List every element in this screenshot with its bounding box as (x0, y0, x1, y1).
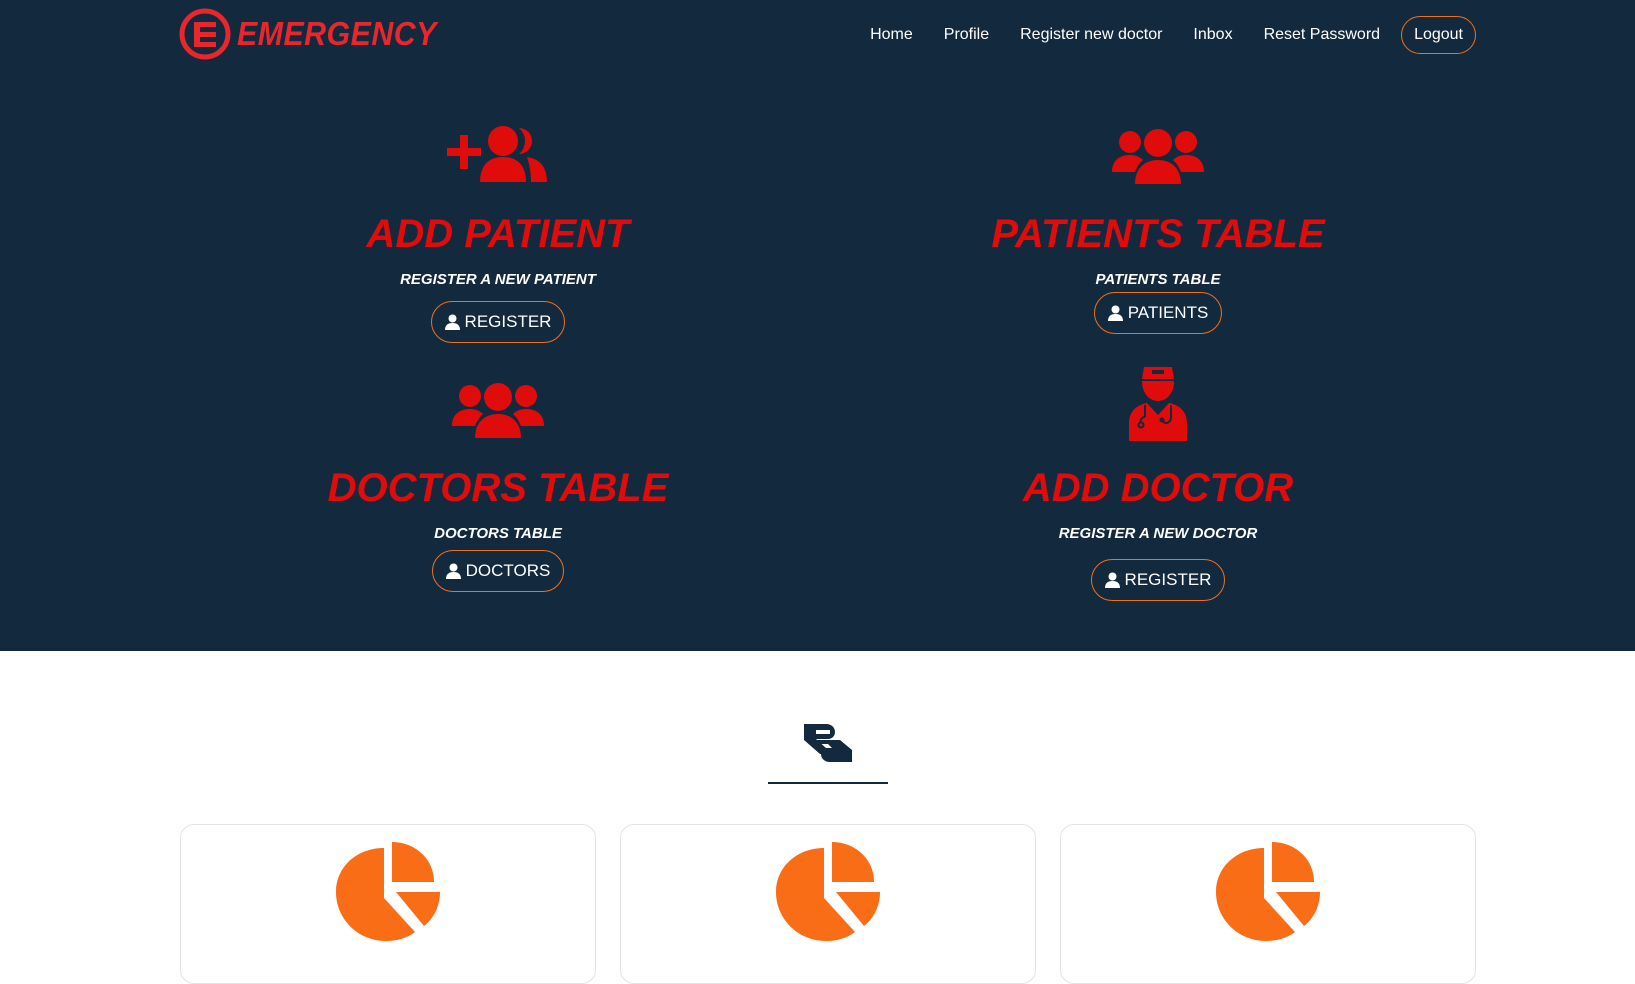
doctor-icon (1129, 367, 1187, 441)
feature-subtitle: DOCTORS TABLE (434, 525, 562, 542)
patients-button[interactable]: PATIENTS (1093, 292, 1223, 334)
feature-add-doctor: ADD DOCTOR REGISTER A NEW DOCTOR REGISTE… (838, 367, 1478, 601)
feature-subtitle: PATIENTS TABLE (1095, 271, 1221, 288)
feature-doctors-table: DOCTORS TABLE DOCTORS TABLE DOCTORS (178, 372, 818, 592)
stat-card (620, 824, 1036, 984)
user-icon (1104, 572, 1120, 588)
pie-chart-icon (1216, 842, 1320, 941)
section-divider (768, 782, 888, 784)
feature-title: ADD PATIENT (366, 212, 630, 256)
feature-subtitle: REGISTER A NEW DOCTOR (1058, 525, 1258, 542)
nav-home[interactable]: Home (870, 26, 913, 44)
feature-subtitle: REGISTER A NEW PATIENT (400, 271, 596, 288)
feature-add-patient: ADD PATIENT REGISTER A NEW PATIENT REGIS… (178, 118, 818, 343)
hero-section: EMERGENCY Home Profile Register new doct… (0, 0, 1635, 651)
nav-inbox[interactable]: Inbox (1193, 26, 1232, 44)
logout-button[interactable]: Logout (1401, 16, 1476, 54)
brand-name: EMERGENCY (237, 15, 437, 52)
feature-patients-table: PATIENTS TABLE PATIENTS TABLE PATIENTS (838, 118, 1478, 334)
user-plus-icon (447, 126, 547, 182)
feature-title: ADD DOCTOR (1022, 466, 1294, 510)
users-icon (1112, 129, 1204, 184)
user-icon (444, 314, 460, 330)
register-doctor-button[interactable]: REGISTER (1090, 559, 1226, 601)
nav-register-new-doctor[interactable]: Register new doctor (1020, 26, 1162, 44)
hand-holding-icon (804, 724, 852, 762)
doctors-button[interactable]: DOCTORS (431, 550, 565, 592)
user-icon (1107, 305, 1123, 321)
feature-title: DOCTORS TABLE (327, 466, 669, 510)
button-label: REGISTER (464, 312, 552, 331)
users-icon (452, 383, 544, 438)
brand-logo[interactable]: EMERGENCY (179, 8, 454, 60)
pie-chart-icon (776, 842, 880, 941)
button-label: REGISTER (1124, 570, 1212, 589)
nav-profile[interactable]: Profile (944, 26, 989, 44)
feature-title: PATIENTS TABLE (991, 212, 1325, 256)
main-nav: Home Profile Register new doctor Inbox R… (870, 16, 1476, 54)
register-patient-button[interactable]: REGISTER (430, 301, 566, 343)
button-label: DOCTORS (465, 561, 551, 580)
button-label: PATIENTS (1127, 303, 1209, 322)
emergency-logo-icon (179, 8, 231, 60)
stat-card (180, 824, 596, 984)
pie-chart-icon (336, 842, 440, 941)
user-icon (445, 563, 461, 579)
stat-card (1060, 824, 1476, 984)
nav-reset-password[interactable]: Reset Password (1264, 26, 1381, 44)
